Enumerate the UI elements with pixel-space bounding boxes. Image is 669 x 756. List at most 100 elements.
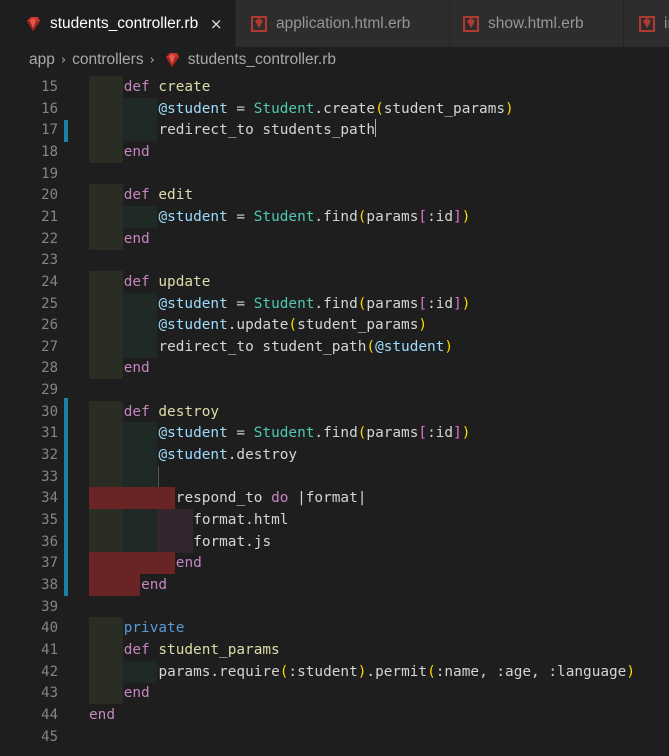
code-editor-window: students_controller.rb × application.htm… [0, 0, 669, 756]
code-line[interactable]: 20 def edit [0, 184, 669, 207]
line-number: 38 [41, 576, 58, 593]
indent-guide [89, 617, 123, 640]
code-line[interactable]: 19 [0, 163, 669, 185]
tab-show-html-erb[interactable]: show.html.erb [450, 0, 624, 47]
indent-guide [89, 682, 123, 705]
code-line[interactable]: 26 @student.update(student_params) [0, 314, 669, 337]
code-line[interactable]: 16 @student = Student.create(student_para… [0, 97, 669, 120]
line-number: 19 [41, 165, 58, 182]
indent-guide [89, 638, 123, 661]
code-line[interactable]: 44 end [0, 704, 669, 726]
code-line[interactable]: 40 private [0, 617, 669, 640]
code-line[interactable]: 32 @student.destroy [0, 444, 669, 467]
indent-guide [89, 314, 123, 337]
line-number: 33 [41, 468, 58, 485]
indent-guide [123, 97, 157, 120]
line-number: 40 [41, 620, 58, 637]
code-line[interactable]: 42 params.require(:student).permit(:name,… [0, 660, 669, 683]
line-number: 35 [41, 512, 58, 528]
code-line[interactable]: 28 end [0, 357, 669, 380]
indent-guide [123, 465, 157, 488]
code-line[interactable]: 39 [0, 596, 669, 618]
code-line[interactable]: 18 end [0, 140, 669, 163]
tab-students-controller[interactable]: students_controller.rb × [0, 0, 236, 47]
code-line[interactable]: 41 def student_params [0, 638, 669, 661]
code-line[interactable]: 38 end [0, 573, 669, 596]
line-number: 29 [41, 382, 58, 399]
tab-label: show.html.erb [488, 14, 584, 32]
code-line[interactable]: 30 def destroy [0, 400, 669, 423]
indent-guide [89, 422, 123, 445]
indent-guide [123, 660, 157, 683]
line-number: 36 [41, 533, 58, 550]
line-number: 39 [41, 598, 58, 615]
code-text: end [123, 360, 150, 377]
code-line[interactable]: 15 def create [0, 76, 669, 98]
line-number: 31 [41, 425, 58, 442]
indent-guide [89, 76, 123, 98]
tab-label: students_controller.rb [50, 14, 199, 32]
code-line[interactable]: 23 [0, 249, 669, 271]
code-text: end [89, 706, 115, 723]
code-text: end [123, 230, 150, 247]
indent-guide [123, 422, 157, 445]
code-text: respond_to do |format| [175, 490, 367, 507]
breadcrumb-item-controllers[interactable]: controllers [72, 51, 144, 69]
code-line[interactable]: 31 @student = Student.find(params[:id]) [0, 422, 669, 445]
line-number: 17 [41, 122, 58, 139]
code-line[interactable]: 24 def update [0, 270, 669, 293]
code-line[interactable]: 36 format.js [0, 530, 669, 553]
code-text: end [123, 143, 150, 160]
ruby-icon [24, 15, 42, 33]
code-text: @student.update(student_params) [158, 317, 428, 334]
code-text: @student = Student.create(student_params… [158, 100, 514, 117]
chevron-right-icon: › [60, 52, 67, 68]
line-number: 42 [41, 663, 58, 680]
code-line[interactable]: 21 @student = Student.find(params[:id]) [0, 205, 669, 228]
line-number: 45 [41, 728, 58, 745]
code-line[interactable]: 33 [0, 465, 669, 488]
line-number: 28 [41, 360, 58, 377]
code-text: def update [123, 273, 211, 290]
line-number: 44 [41, 706, 58, 723]
indent-guide [89, 292, 123, 315]
line-number: 16 [41, 100, 58, 117]
breadcrumb-item-app[interactable]: app [29, 51, 55, 69]
tab-label: application.html.erb [276, 14, 411, 32]
code-line[interactable]: 27 redirect_to student_path(@student) [0, 335, 669, 358]
code-line[interactable]: 43 end [0, 682, 669, 705]
line-number: 15 [41, 79, 58, 95]
erb-icon [250, 15, 268, 33]
indent-guide [123, 205, 157, 228]
code-line[interactable]: 25 @student = Student.find(params[:id]) [0, 292, 669, 315]
close-tab-icon[interactable]: × [208, 15, 224, 33]
code-line[interactable]: 45 [0, 726, 669, 748]
code-line[interactable]: 22 end [0, 227, 669, 250]
editor-text-area[interactable]: 15 def create 16 @student = Student.create(… [0, 76, 669, 756]
line-number: 27 [41, 338, 58, 355]
code-line[interactable]: 29 [0, 379, 669, 401]
code-text: params.require(:student).permit(:name, :… [158, 663, 636, 680]
indent-guide [89, 119, 123, 142]
indent-guide [89, 552, 175, 575]
indent-guide [89, 465, 123, 488]
indent-guide [89, 357, 123, 380]
indent-guide [89, 487, 175, 510]
breadcrumb-item-file[interactable]: students_controller.rb [188, 51, 336, 69]
tab-application-html-erb[interactable]: application.html.erb [236, 0, 450, 47]
indent-guide [123, 119, 157, 142]
code-line[interactable]: 17 redirect_to students_path [0, 119, 669, 142]
code-line[interactable]: 35 format.html [0, 509, 669, 531]
code-text: def student_params [123, 641, 280, 658]
code-text: format.html [193, 512, 289, 528]
code-line[interactable]: 34 respond_to do |format| [0, 487, 669, 510]
code-text: def create [123, 79, 211, 95]
code-line[interactable]: 37 end [0, 552, 669, 575]
line-number: 18 [41, 143, 58, 160]
text-cursor [375, 119, 377, 138]
line-number: 41 [41, 641, 58, 658]
line-number: 34 [41, 490, 58, 507]
line-number: 25 [41, 295, 58, 312]
code-text: format.js [193, 533, 272, 550]
tab-index-html-erb[interactable]: in [624, 0, 669, 47]
